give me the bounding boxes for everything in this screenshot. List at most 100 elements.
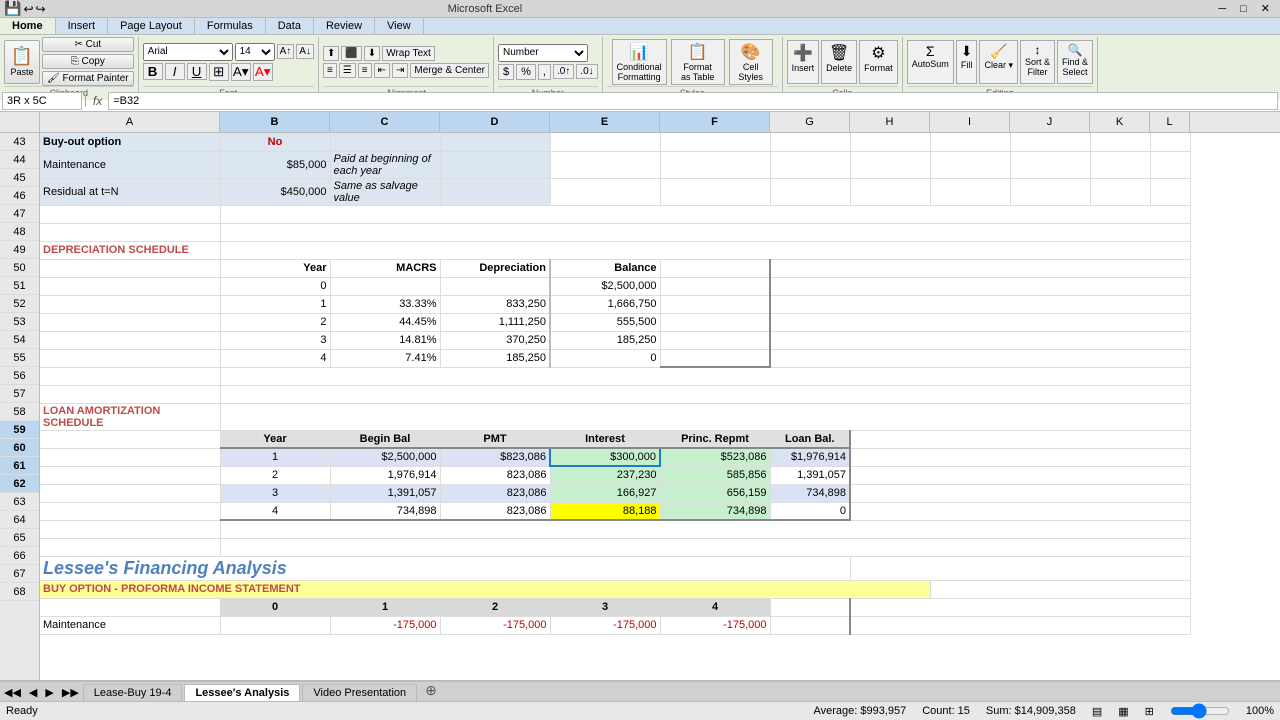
row-header-43[interactable]: 43 [0,133,39,151]
cell-D43[interactable] [440,133,550,151]
view-normal-icon[interactable]: ▤ [1092,705,1102,718]
cell-C58[interactable]: Begin Bal [330,430,440,448]
row-header-68[interactable]: 68 [0,583,39,601]
cell-F67[interactable]: 4 [660,598,770,616]
cell-C53[interactable]: 14.81% [330,331,440,349]
cell-A55[interactable] [40,367,220,385]
decrease-decimal-button[interactable]: .0↓ [576,64,597,79]
cell-D61[interactable]: 823,086 [440,484,550,502]
sheet-add-button[interactable]: ⊕ [419,680,443,701]
find-select-button[interactable]: 🔍Find &Select [1057,40,1093,84]
underline-button[interactable]: U [187,63,207,80]
cell-C67[interactable]: 1 [330,598,440,616]
cell-E67[interactable]: 3 [550,598,660,616]
col-header-C[interactable]: C [330,112,440,132]
col-header-F[interactable]: F [660,112,770,132]
cell-B44[interactable]: $85,000 [220,151,330,178]
cell-F68[interactable]: -175,000 [660,616,770,634]
cell-F44[interactable] [660,151,770,178]
cell-B43[interactable]: No [220,133,330,151]
cell-B50[interactable]: 0 [220,277,330,295]
cell-65-rest[interactable] [850,556,1190,580]
tab-page-layout[interactable]: Page Layout [108,18,195,34]
cell-E49[interactable]: Balance [550,259,660,277]
indent-increase-button[interactable]: ⇥ [392,63,408,78]
sheet-tab-lease-buy[interactable]: Lease-Buy 19-4 [83,684,183,701]
cell-60-rest[interactable] [850,466,1190,484]
cell-E50[interactable]: $2,500,000 [550,277,660,295]
cell-B61[interactable]: 3 [220,484,330,502]
row-header-60[interactable]: 60 [0,439,39,457]
cell-A60[interactable] [40,466,220,484]
sheet-nav-left[interactable]: ◀◀ [0,684,25,701]
cell-C51[interactable]: 33.33% [330,295,440,313]
tab-formulas[interactable]: Formulas [195,18,266,34]
cell-B62[interactable]: 4 [220,502,330,520]
cell-F59[interactable]: $523,086 [660,448,770,466]
sheet-tab-lessee[interactable]: Lessee's Analysis [184,684,300,701]
restore-icon[interactable]: □ [1234,3,1253,15]
redo-icon[interactable]: ↪ [36,2,46,16]
cell-A54[interactable] [40,349,220,367]
cell-A64[interactable] [40,538,220,556]
cell-53-rest[interactable] [770,331,1190,349]
cell-A43[interactable]: Buy-out option [40,133,220,151]
col-header-K[interactable]: K [1090,112,1150,132]
row-header-57[interactable]: 57 [0,385,39,403]
cell-B58[interactable]: Year [220,430,330,448]
sheet-nav-right[interactable]: ▶▶ [58,684,83,701]
cell-48-rest[interactable] [220,241,1190,259]
cell-A65[interactable]: Lessee's Financing Analysis [40,556,850,580]
row-header-58[interactable]: 58 [0,403,39,421]
cell-H43[interactable] [850,133,930,151]
cell-F45[interactable] [660,178,770,205]
font-color-button[interactable]: A▾ [253,63,273,81]
row-header-54[interactable]: 54 [0,331,39,349]
cell-E44[interactable] [550,151,660,178]
tab-insert[interactable]: Insert [56,18,109,34]
tab-data[interactable]: Data [266,18,314,34]
cell-B67[interactable]: 0 [220,598,330,616]
bold-button[interactable]: B [143,63,163,80]
row-header-67[interactable]: 67 [0,565,39,583]
cell-A49[interactable] [40,259,220,277]
col-header-J[interactable]: J [1010,112,1090,132]
cell-E52[interactable]: 555,500 [550,313,660,331]
cell-B49[interactable]: Year [220,259,330,277]
font-size-select[interactable]: 14 [235,43,275,61]
formula-input[interactable] [108,92,1278,110]
col-header-D[interactable]: D [440,112,550,132]
cell-58-rest[interactable] [850,430,1190,448]
cell-B54[interactable]: 4 [220,349,330,367]
cell-D54[interactable]: 185,250 [440,349,550,367]
cell-67-rest[interactable] [850,598,1190,616]
row-header-52[interactable]: 52 [0,295,39,313]
cell-G44[interactable] [770,151,850,178]
dollar-button[interactable]: $ [498,64,514,80]
cell-F52[interactable] [660,313,770,331]
tab-home[interactable]: Home [0,18,56,34]
row-header-45[interactable]: 45 [0,169,39,187]
cell-64-rest[interactable] [220,538,1190,556]
cell-J45[interactable] [1010,178,1090,205]
align-right-button[interactable]: ≡ [358,63,372,78]
sheet-tab-video[interactable]: Video Presentation [302,684,417,701]
cell-F62[interactable]: 734,898 [660,502,770,520]
cell-E68[interactable]: -175,000 [550,616,660,634]
cell-A48[interactable]: DEPRECIATION SCHEDULE [40,241,220,259]
cell-49-rest[interactable] [770,259,1190,277]
cell-68-rest[interactable] [850,616,1190,634]
cell-C49[interactable]: MACRS [330,259,440,277]
cell-F53[interactable] [660,331,770,349]
cell-F54[interactable] [660,349,770,367]
cell-J43[interactable] [1010,133,1090,151]
cell-C50[interactable] [330,277,440,295]
cell-I45[interactable] [930,178,1010,205]
cell-A50[interactable] [40,277,220,295]
cell-B45[interactable]: $450,000 [220,178,330,205]
cell-E51[interactable]: 1,666,750 [550,295,660,313]
cell-G43[interactable] [770,133,850,151]
cell-H44[interactable] [850,151,930,178]
cell-E43[interactable] [550,133,660,151]
font-name-select[interactable]: Arial [143,43,233,61]
